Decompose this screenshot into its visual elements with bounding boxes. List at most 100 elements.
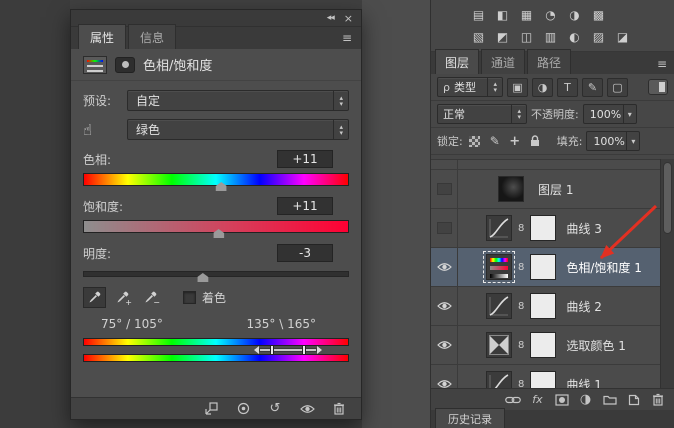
layer-mask-thumbnail[interactable] [530,215,556,241]
adjustment-preset-icon[interactable]: ▩ [591,9,606,21]
new-group-icon[interactable] [602,392,617,407]
lightness-slider-track[interactable] [83,271,349,277]
adjustment-preset-icon[interactable]: ◐ [567,31,582,43]
hue-slider-track[interactable] [83,173,349,186]
collapse-to-icons-icon[interactable]: ◂◂ [327,14,334,23]
delete-layer-icon[interactable] [650,392,665,407]
layer-style-icon[interactable] [530,392,545,407]
blend-mode-dropdown[interactable]: 正常 [437,104,527,124]
layer-row-curves-2[interactable]: 8 曲线 2 [431,287,660,326]
layer-mask-thumbnail[interactable] [530,371,556,388]
adjustment-preset-icon[interactable]: ◑ [567,9,582,21]
scrollbar-thumb[interactable] [663,162,672,234]
layers-panel-menu-icon[interactable]: ≡ [657,57,667,71]
selective-color-layer-icon[interactable] [486,332,512,358]
mask-link-icon[interactable]: 8 [518,301,524,312]
toggle-visibility-eye-icon[interactable] [299,401,315,417]
layer-mask-thumbnail[interactable] [530,254,556,280]
layer-row-curves-1[interactable]: 8 曲线 1 [431,365,660,388]
adjustment-preset-icon[interactable]: ◔ [543,9,558,21]
filter-pixel-layers-icon[interactable]: ▣ [507,78,528,97]
lock-all-icon[interactable] [527,134,543,149]
layer-name[interactable]: 曲线 3 [566,220,601,237]
layer-row-hue-saturation-1[interactable]: 8 色相/饱和度 1 [431,248,660,287]
adjustment-preset-icon[interactable]: ▨ [591,31,606,43]
mask-link-icon[interactable]: 8 [518,340,524,351]
tab-paths[interactable]: 路径 [527,49,571,74]
mask-link-icon[interactable]: 8 [518,379,524,389]
colorize-checkbox[interactable] [183,291,196,304]
adjustment-preset-icon[interactable]: ▦ [519,9,534,21]
close-panel-icon[interactable]: × [344,13,353,24]
lock-image-pixels-icon[interactable] [487,134,503,149]
mask-link-icon[interactable]: 8 [518,223,524,234]
layer-mask-thumbnail[interactable] [530,293,556,319]
visibility-toggle[interactable] [431,160,458,169]
visibility-toggle[interactable] [431,287,458,325]
link-layers-icon[interactable] [505,392,521,407]
layer-name[interactable]: 图层 1 [538,181,573,198]
layer-mask-thumbnail[interactable] [530,332,556,358]
hue-slider-handle[interactable] [216,182,227,191]
curves-layer-icon[interactable] [486,293,512,319]
visibility-toggle[interactable] [431,170,458,208]
eyedropper-subtract-icon[interactable] [139,287,162,308]
filter-shape-layers-icon[interactable]: ✎ [582,78,603,97]
new-layer-icon[interactable] [626,392,641,407]
adjustment-preset-icon[interactable]: ◧ [495,9,510,21]
channel-dropdown[interactable]: 绿色 [127,119,349,140]
hue-saturation-adjustment-icon[interactable] [83,56,107,74]
range-bar-right[interactable] [302,345,306,355]
add-layer-mask-icon[interactable] [554,392,569,407]
saturation-slider-handle[interactable] [213,229,224,238]
lock-transparent-pixels-icon[interactable] [467,134,483,149]
visibility-toggle[interactable] [431,209,458,247]
filter-adjustment-layers-icon[interactable]: ◑ [532,78,553,97]
layer-name[interactable]: 选取颜色 1 [566,337,625,354]
adjustment-preset-icon[interactable]: ▧ [471,31,486,43]
filter-smart-object-icon[interactable]: ▢ [607,78,628,97]
adjustment-preset-icon[interactable]: ▥ [543,31,558,43]
filter-kind-dropdown[interactable]: ρ 类型 [437,77,503,97]
saturation-value-input[interactable]: +11 [277,197,333,215]
layer-name[interactable]: 曲线 2 [566,298,601,315]
targeted-adjustment-tool-icon[interactable] [83,120,127,139]
visibility-toggle[interactable] [431,326,458,364]
visibility-toggle[interactable] [431,248,458,286]
opacity-dropdown-arrow-icon[interactable] [623,105,636,123]
layer-thumbnail[interactable] [498,176,524,202]
range-bar-left[interactable] [270,345,274,355]
layer-row-curves-3[interactable]: 8 曲线 3 [431,209,660,248]
layer-list-scrollbar[interactable] [660,159,674,388]
mask-link-icon[interactable]: 8 [518,262,524,273]
reset-adjustment-icon[interactable] [267,401,283,417]
adjustment-preset-icon[interactable]: ◫ [519,31,534,43]
tab-layers[interactable]: 图层 [435,49,479,74]
curves-layer-icon[interactable] [486,371,512,388]
clip-to-layer-icon[interactable] [203,401,219,417]
adjustment-preset-icon[interactable]: ▤ [471,9,486,21]
view-previous-state-icon[interactable] [235,401,251,417]
preset-dropdown[interactable]: 自定 [127,90,349,111]
lock-position-icon[interactable] [507,134,523,149]
eyedropper-icon[interactable] [83,287,106,308]
tab-history[interactable]: 历史记录 [435,408,505,428]
eyedropper-add-icon[interactable] [111,287,134,308]
tab-info[interactable]: 信息 [128,24,176,49]
range-strip[interactable] [259,348,318,352]
filter-type-layers-icon[interactable]: T [557,78,578,97]
filter-toggle-icon[interactable] [648,79,668,95]
delete-adjustment-icon[interactable] [331,401,347,417]
mask-view-icon[interactable] [115,57,135,73]
range-triangle-left[interactable] [254,346,259,354]
layer-row-layer-1[interactable]: 图层 1 [431,170,660,209]
new-adjustment-layer-icon[interactable] [578,392,593,407]
lightness-value-input[interactable]: -3 [277,244,333,262]
layer-name[interactable]: 曲线 1 [566,376,601,389]
layer-row-partial[interactable] [431,160,660,170]
range-triangle-right[interactable] [317,346,322,354]
adjustment-preset-icon[interactable]: ◪ [615,31,630,43]
layer-row-selective-color-1[interactable]: 8 选取颜色 1 [431,326,660,365]
fill-input[interactable]: 100% [586,131,640,151]
tab-channels[interactable]: 通道 [481,49,525,74]
